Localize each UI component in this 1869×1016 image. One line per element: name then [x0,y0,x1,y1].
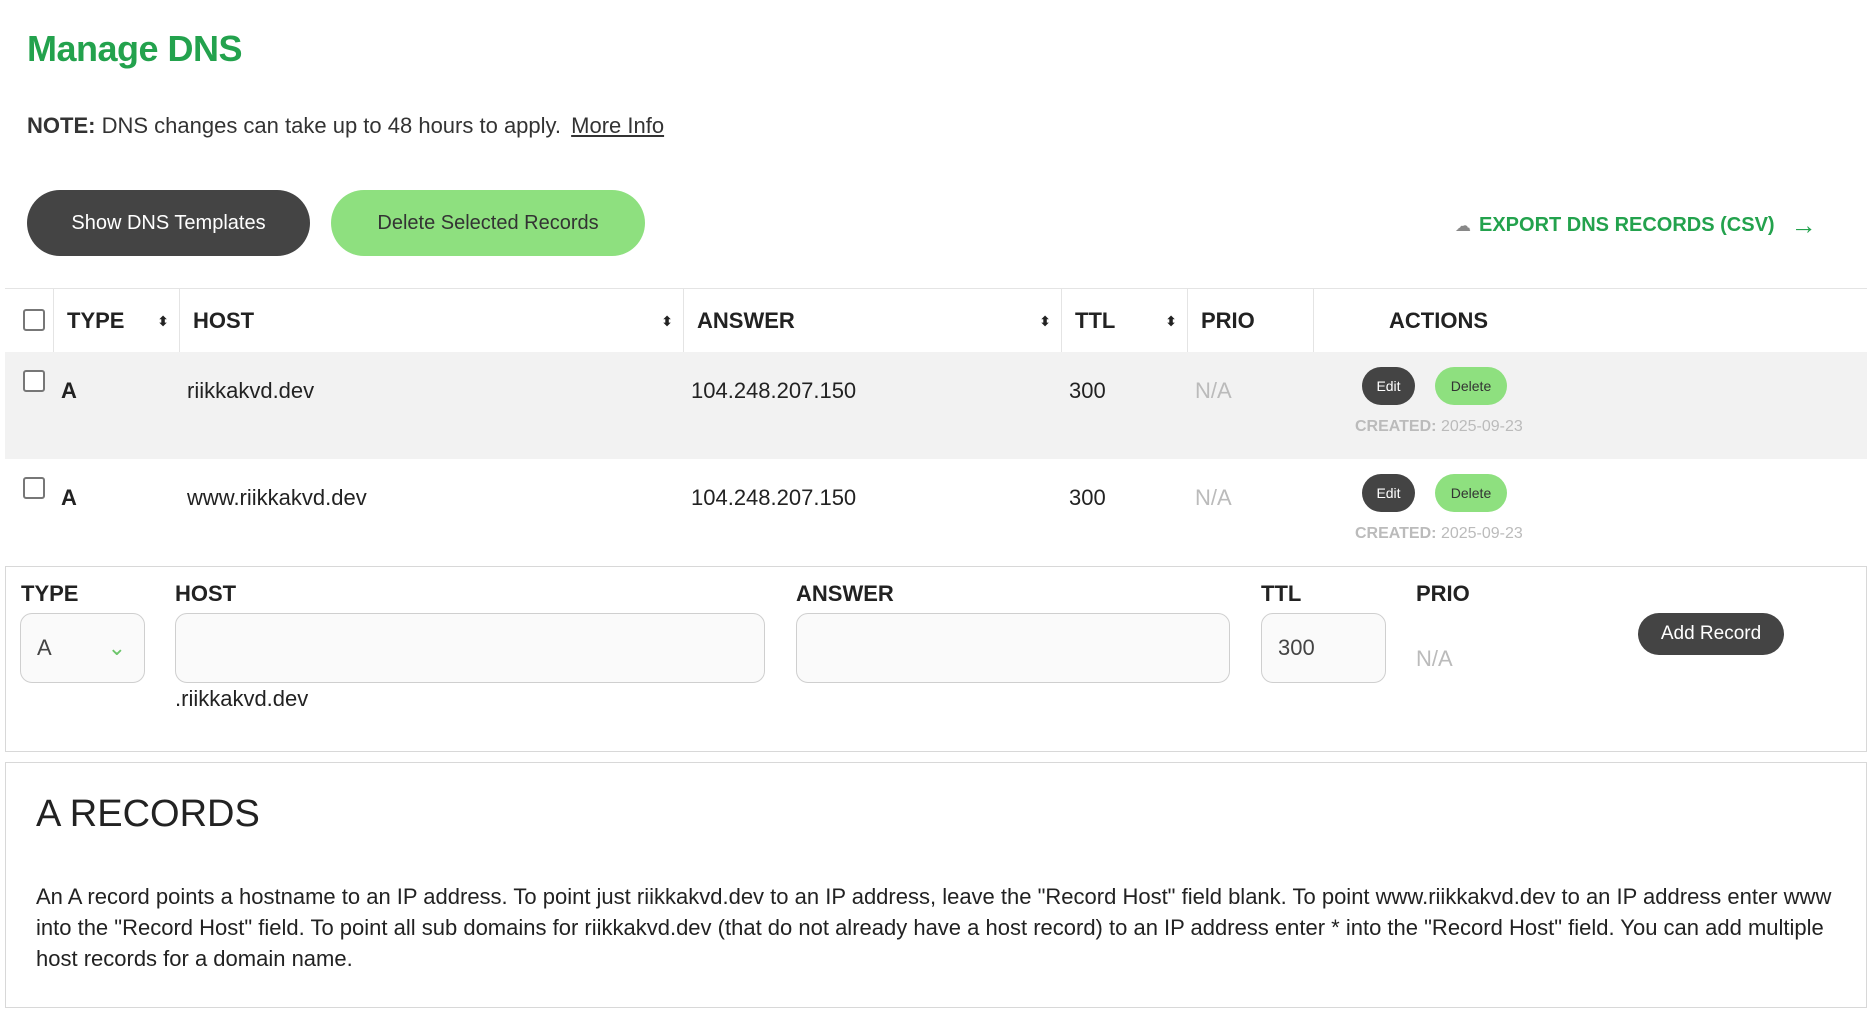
edit-record-button[interactable]: Edit [1362,367,1415,405]
manage-dns-page: Manage DNS NOTE: DNS changes can take up… [0,0,1869,1016]
note-text: DNS changes can take up to 48 hours to a… [101,113,562,138]
host-label: HOST [175,581,237,606]
type-select[interactable]: A ⌄ [20,613,145,683]
note-banner: NOTE: DNS changes can take up to 48 hour… [27,113,664,139]
record-host: riikkakvd.dev [187,378,315,403]
add-record-button[interactable]: Add Record [1638,613,1784,655]
row-checkbox[interactable] [23,370,45,392]
record-created: CREATED: 2025-09-23 [1355,418,1523,435]
sort-icon[interactable]: ⬍ [157,313,169,330]
record-answer: 104.248.207.150 [691,378,857,403]
column-prio: PRIO [1187,289,1313,353]
edit-record-button[interactable]: Edit [1362,474,1415,512]
show-dns-templates-button[interactable]: Show DNS Templates [27,190,310,256]
records-table-header: TYPE ⬍ HOST ⬍ ANSWER ⬍ TTL ⬍ PRIO ACTION… [5,288,1867,353]
record-prio: N/A [1195,485,1232,510]
record-host: www.riikkakvd.dev [187,485,367,510]
arrow-right-icon: → [1790,210,1817,240]
ttl-input[interactable]: 300 [1261,613,1386,683]
record-answer: 104.248.207.150 [691,485,857,510]
record-ttl: 300 [1069,378,1106,403]
prio-label: PRIO [1416,581,1470,606]
type-label: TYPE [21,581,79,606]
column-answer[interactable]: ANSWER ⬍ [683,289,1061,353]
delete-selected-records-button[interactable]: Delete Selected Records [331,190,645,256]
sort-icon[interactable]: ⬍ [1165,313,1177,330]
select-all-checkbox[interactable] [23,309,45,331]
info-heading: A RECORDS [36,793,260,835]
record-created: CREATED: 2025-09-23 [1355,525,1523,542]
column-ttl[interactable]: TTL ⬍ [1061,289,1187,353]
export-dns-records-link[interactable]: ☁ EXPORT DNS RECORDS (CSV) → [1455,210,1817,241]
column-actions: ACTIONS [1313,289,1563,353]
export-label: EXPORT DNS RECORDS (CSV) [1479,214,1775,236]
delete-record-button[interactable]: Delete [1435,367,1507,405]
record-type: A [61,378,77,403]
info-body: An A record points a hostname to an IP a… [36,884,1832,971]
delete-record-button[interactable]: Delete [1435,474,1507,512]
record-type: A [61,485,77,510]
note-label: NOTE: [27,113,96,138]
ttl-label: TTL [1261,581,1302,606]
column-type[interactable]: TYPE ⬍ [53,289,179,353]
table-row: A riikkakvd.dev 104.248.207.150 300 N/A … [5,352,1867,459]
table-row: A www.riikkakvd.dev 104.248.207.150 300 … [5,459,1867,566]
page-title: Manage DNS [27,28,243,69]
cloud-download-icon: ☁ [1455,217,1471,235]
record-ttl: 300 [1069,485,1106,510]
host-input[interactable] [175,613,765,683]
prio-value: N/A [1416,646,1453,671]
column-host[interactable]: HOST ⬍ [179,289,683,353]
sort-icon[interactable]: ⬍ [661,313,673,330]
more-info-link[interactable]: More Info [571,113,664,138]
add-record-form: TYPE HOST ANSWER TTL PRIO A ⌄ 300 .riikk… [5,566,1867,752]
record-info-panel: A RECORDS An A record points a hostname … [5,762,1867,1008]
answer-input[interactable] [796,613,1230,683]
chevron-down-icon: ⌄ [107,635,126,660]
sort-icon[interactable]: ⬍ [1039,313,1051,330]
row-checkbox[interactable] [23,477,45,499]
host-suffix: .riikkakvd.dev [175,686,309,711]
answer-label: ANSWER [796,581,894,606]
record-prio: N/A [1195,378,1232,403]
